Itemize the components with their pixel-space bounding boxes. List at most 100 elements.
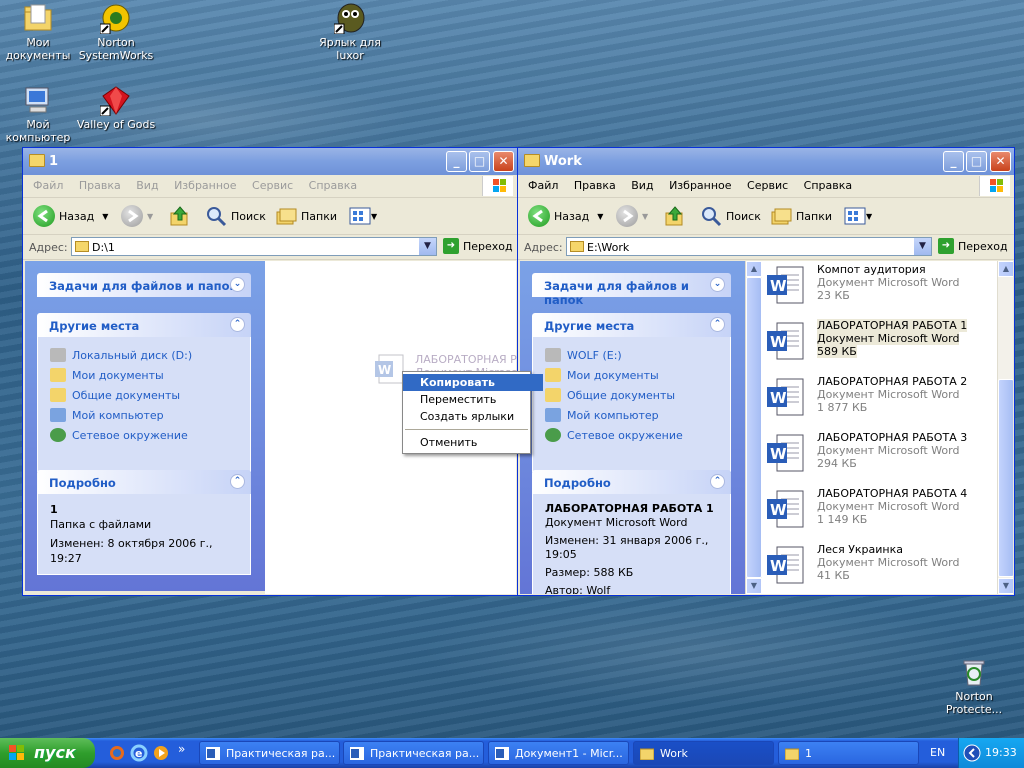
folders-button[interactable]: Папки xyxy=(770,204,832,228)
menu-view[interactable]: Вид xyxy=(625,175,659,196)
other-places-header[interactable]: Другие места ⌃ xyxy=(37,313,251,337)
menu-item-create-shortcuts[interactable]: Создать ярлыки xyxy=(403,408,543,425)
details-header[interactable]: Подробно ⌃ xyxy=(532,470,731,494)
expand-chevron-icon[interactable]: ⌄ xyxy=(710,277,725,292)
file-tasks-header[interactable]: Задачи для файлов и папок ⌄ xyxy=(37,273,251,297)
taskbar-item-word-2[interactable]: Практическая ра... xyxy=(343,741,484,765)
collapse-chevron-icon[interactable]: ⌃ xyxy=(710,317,725,332)
taskbar-item-word-1[interactable]: Практическая ра... xyxy=(199,741,340,765)
scroll-down-icon[interactable]: ▼ xyxy=(998,578,1013,594)
menu-help[interactable]: Справка xyxy=(303,175,363,196)
start-button[interactable]: пуск xyxy=(0,738,95,768)
firefox-icon[interactable] xyxy=(108,744,126,762)
up-folder-button[interactable] xyxy=(169,204,191,228)
close-button[interactable]: ✕ xyxy=(493,151,514,172)
menu-item-cancel[interactable]: Отменить xyxy=(403,434,543,451)
go-button[interactable]: ➜ Переход xyxy=(443,238,513,254)
address-input[interactable]: D:\1 ▼ xyxy=(71,237,437,256)
views-button[interactable]: ▼ xyxy=(844,204,872,228)
file-item[interactable]: W Компот аудитория Документ Microsoft Wo… xyxy=(765,263,985,313)
address-dropdown-icon[interactable]: ▼ xyxy=(419,238,436,255)
menu-tools[interactable]: Сервис xyxy=(741,175,794,196)
maximize-button[interactable]: □ xyxy=(966,151,987,172)
views-button[interactable]: ▼ xyxy=(349,204,377,228)
scrollbar-left[interactable]: ▲ ▼ xyxy=(745,261,762,594)
address-input[interactable]: E:\Work ▼ xyxy=(566,237,932,256)
place-my-computer[interactable]: Мой компьютер xyxy=(50,405,238,425)
back-button[interactable]: Назад ▼ xyxy=(528,204,603,228)
scroll-thumb[interactable] xyxy=(746,277,762,578)
search-button[interactable]: Поиск xyxy=(700,204,761,228)
internet-explorer-icon[interactable]: e xyxy=(130,744,148,762)
collapse-chevron-icon[interactable]: ⌃ xyxy=(710,474,725,489)
scroll-up-icon[interactable]: ▲ xyxy=(746,261,762,277)
menu-view[interactable]: Вид xyxy=(130,175,164,196)
place-local-disk[interactable]: Локальный диск (D:) xyxy=(50,345,238,365)
expand-chevron-icon[interactable]: ⌄ xyxy=(230,277,245,292)
file-list-area[interactable]: ▲ ▼ W Компот аудитория Документ Microsof… xyxy=(745,261,1013,594)
quick-launch-overflow[interactable]: » xyxy=(178,742,185,756)
menu-edit[interactable]: Правка xyxy=(73,175,127,196)
minimize-button[interactable]: _ xyxy=(943,151,964,172)
forward-button[interactable]: ▼ xyxy=(616,204,648,228)
title-bar[interactable]: 1 _ □ ✕ xyxy=(23,148,517,175)
up-folder-button[interactable] xyxy=(664,204,686,228)
desktop-icon-luxor-shortcut[interactable]: Ярлык для luxor xyxy=(310,2,390,62)
place-wolf-drive[interactable]: WOLF (E:) xyxy=(545,345,718,365)
menu-file[interactable]: Файл xyxy=(27,175,69,196)
address-dropdown-icon[interactable]: ▼ xyxy=(914,238,931,255)
scroll-thumb[interactable] xyxy=(998,379,1013,577)
collapse-chevron-icon[interactable]: ⌃ xyxy=(230,474,245,489)
place-shared-documents[interactable]: Общие документы xyxy=(50,385,238,405)
place-my-computer[interactable]: Мой компьютер xyxy=(545,405,718,425)
clock[interactable]: 19:33 xyxy=(985,746,1017,759)
file-tasks-header[interactable]: Задачи для файлов и папок ⌄ xyxy=(532,273,731,307)
place-my-documents[interactable]: Мои документы xyxy=(50,365,238,385)
search-button[interactable]: Поиск xyxy=(205,204,266,228)
views-dropdown-icon[interactable]: ▼ xyxy=(866,212,872,221)
go-button[interactable]: ➜ Переход xyxy=(938,238,1008,254)
file-item-selected[interactable]: W ЛАБОРАТОРНАЯ РАБОТА 1 Документ Microso… xyxy=(765,319,985,369)
maximize-button[interactable]: □ xyxy=(469,151,490,172)
menu-help[interactable]: Справка xyxy=(798,175,858,196)
back-dropdown-icon[interactable]: ▼ xyxy=(597,212,603,221)
language-indicator[interactable]: EN xyxy=(930,746,945,759)
back-button[interactable]: Назад ▼ xyxy=(33,204,108,228)
views-dropdown-icon[interactable]: ▼ xyxy=(371,212,377,221)
file-item[interactable]: W ЛАБОРАТОРНАЯ РАБОТА 4 Документ Microso… xyxy=(765,487,985,537)
close-button[interactable]: ✕ xyxy=(990,151,1011,172)
other-places-header[interactable]: Другие места ⌃ xyxy=(532,313,731,337)
tray-app-icon[interactable] xyxy=(963,744,981,762)
forward-dropdown-icon[interactable]: ▼ xyxy=(147,212,153,221)
menu-tools[interactable]: Сервис xyxy=(246,175,299,196)
forward-dropdown-icon[interactable]: ▼ xyxy=(642,212,648,221)
scroll-down-icon[interactable]: ▼ xyxy=(746,578,762,594)
scroll-up-icon[interactable]: ▲ xyxy=(998,261,1013,277)
desktop-icon-my-documents[interactable]: Мои документы xyxy=(0,2,78,62)
place-network[interactable]: Сетевое окружение xyxy=(50,425,238,445)
taskbar-item-work[interactable]: Work xyxy=(633,741,774,765)
file-item[interactable]: W ЛАБОРАТОРНАЯ РАБОТА 2 Документ Microso… xyxy=(765,375,985,425)
collapse-chevron-icon[interactable]: ⌃ xyxy=(230,317,245,332)
taskbar-item-word-3[interactable]: Документ1 - Micr... xyxy=(488,741,629,765)
menu-favorites[interactable]: Избранное xyxy=(663,175,737,196)
folders-button[interactable]: Папки xyxy=(275,204,337,228)
desktop-icon-norton-systemworks[interactable]: Norton SystemWorks xyxy=(76,2,156,62)
menu-favorites[interactable]: Избранное xyxy=(168,175,242,196)
menu-file[interactable]: Файл xyxy=(522,175,564,196)
file-item[interactable]: W ЛАБОРАТОРНАЯ РАБОТА 3 Документ Microso… xyxy=(765,431,985,481)
details-header[interactable]: Подробно ⌃ xyxy=(37,470,251,494)
taskbar-item-folder-1[interactable]: 1 xyxy=(778,741,919,765)
back-dropdown-icon[interactable]: ▼ xyxy=(102,212,108,221)
file-item[interactable]: W Леся Украинка Документ Microsoft Word … xyxy=(765,543,985,593)
forward-button[interactable]: ▼ xyxy=(121,204,153,228)
title-bar[interactable]: Work _ □ ✕ xyxy=(518,148,1014,175)
media-player-icon[interactable] xyxy=(152,744,170,762)
desktop-icon-norton-protected-recycle[interactable]: Norton Protecte... xyxy=(934,656,1014,716)
menu-edit[interactable]: Правка xyxy=(568,175,622,196)
minimize-button[interactable]: _ xyxy=(446,151,467,172)
menu-item-move[interactable]: Переместить xyxy=(403,391,543,408)
menu-item-copy[interactable]: Копировать xyxy=(403,374,543,391)
place-network[interactable]: Сетевое окружение xyxy=(545,425,718,445)
desktop-icon-valley-of-gods[interactable]: Valley of Gods xyxy=(76,84,156,131)
